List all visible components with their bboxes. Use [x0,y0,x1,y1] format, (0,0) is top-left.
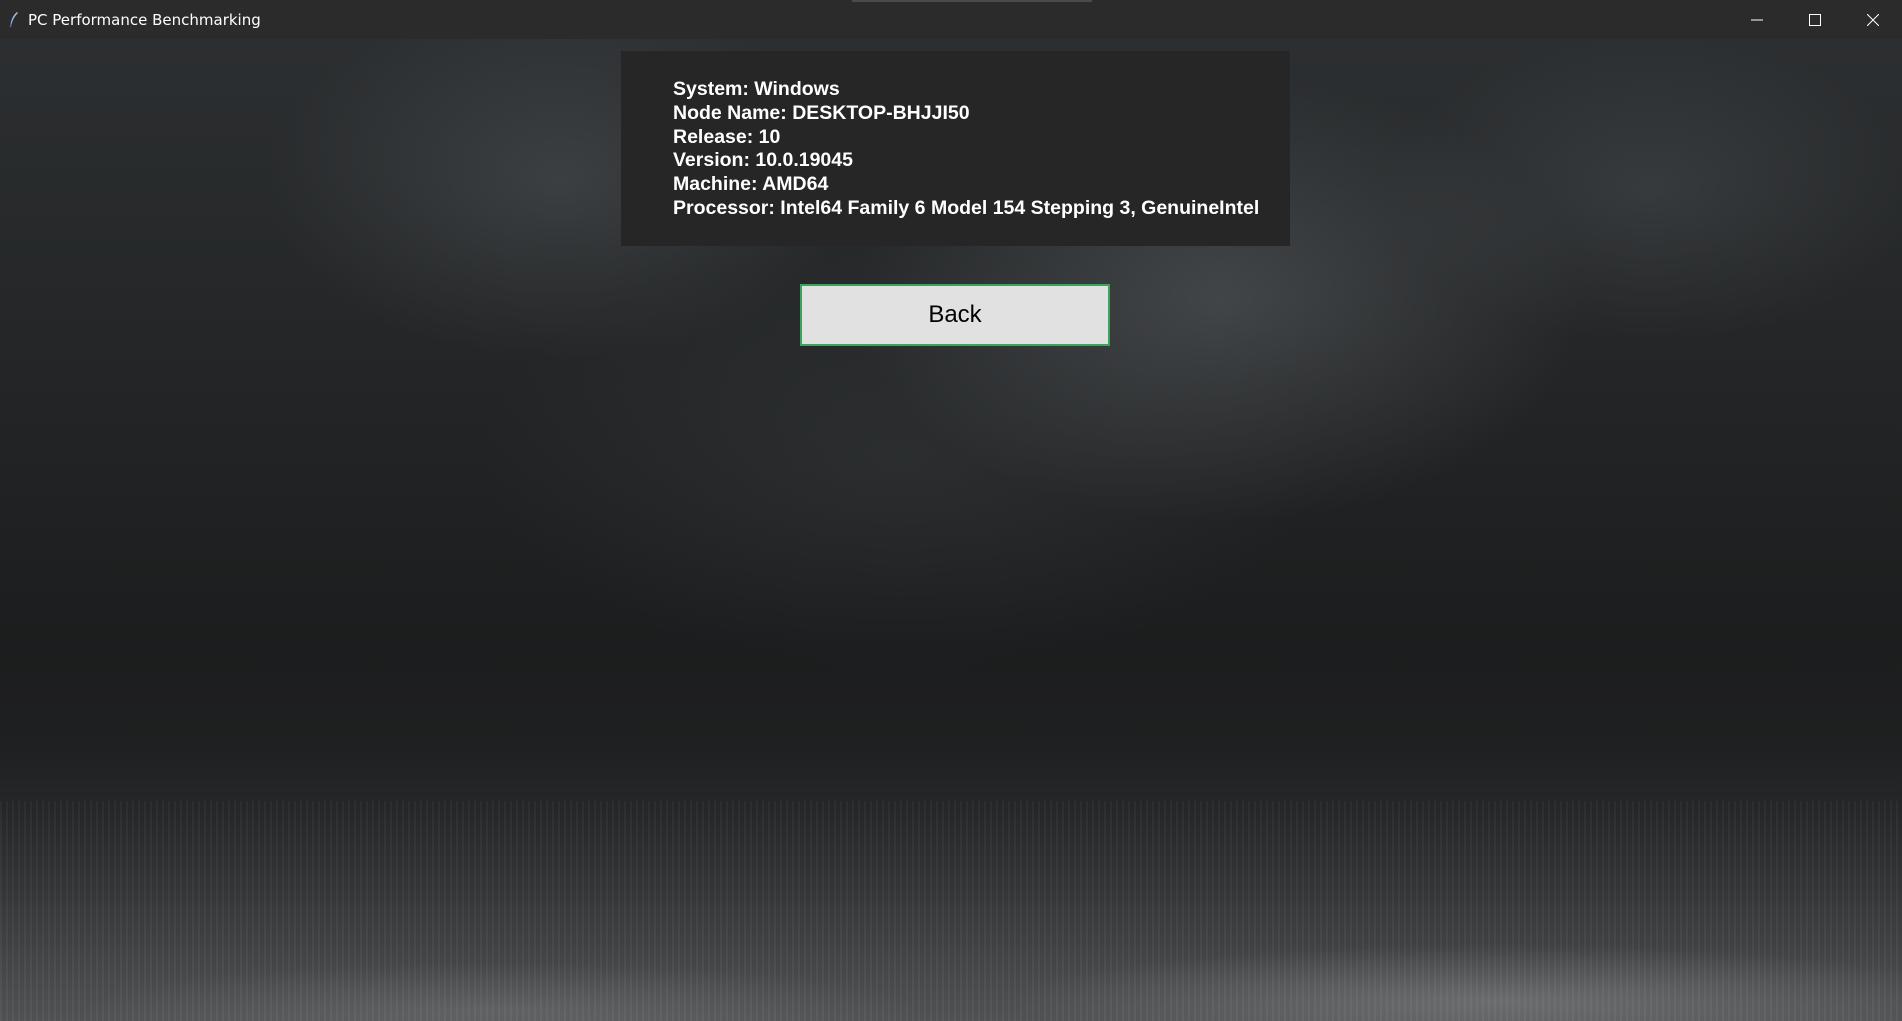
maximize-icon [1809,13,1821,26]
system-info-system: System: Windows [673,78,840,100]
close-button[interactable] [1844,0,1902,39]
feather-icon [7,11,21,28]
close-icon [1867,13,1879,26]
app-window: PC Performance Benchmarking System: Wind… [0,0,1902,1021]
system-info-panel: System: Windows Node Name: DESKTOP-BHJJI… [621,51,1290,246]
system-info-node-name: Node Name: DESKTOP-BHJJI50 [673,101,970,124]
system-info-machine: Machine: AMD64 [673,173,829,196]
back-button[interactable]: Back [800,284,1110,346]
window-controls [1728,0,1902,39]
maximize-button[interactable] [1786,0,1844,39]
title-bar-accent [852,0,1092,2]
system-info-processor: Processor: Intel64 Family 6 Model 154 St… [673,196,1260,219]
background-floor [0,801,1902,1021]
system-info-version: Version: 10.0.19045 [673,149,853,172]
minimize-button[interactable] [1728,0,1786,39]
window-title: PC Performance Benchmarking [28,10,261,29]
minimize-icon [1751,14,1763,26]
system-info-release: Release: 10 [673,125,781,148]
title-bar[interactable]: PC Performance Benchmarking [0,0,1902,39]
